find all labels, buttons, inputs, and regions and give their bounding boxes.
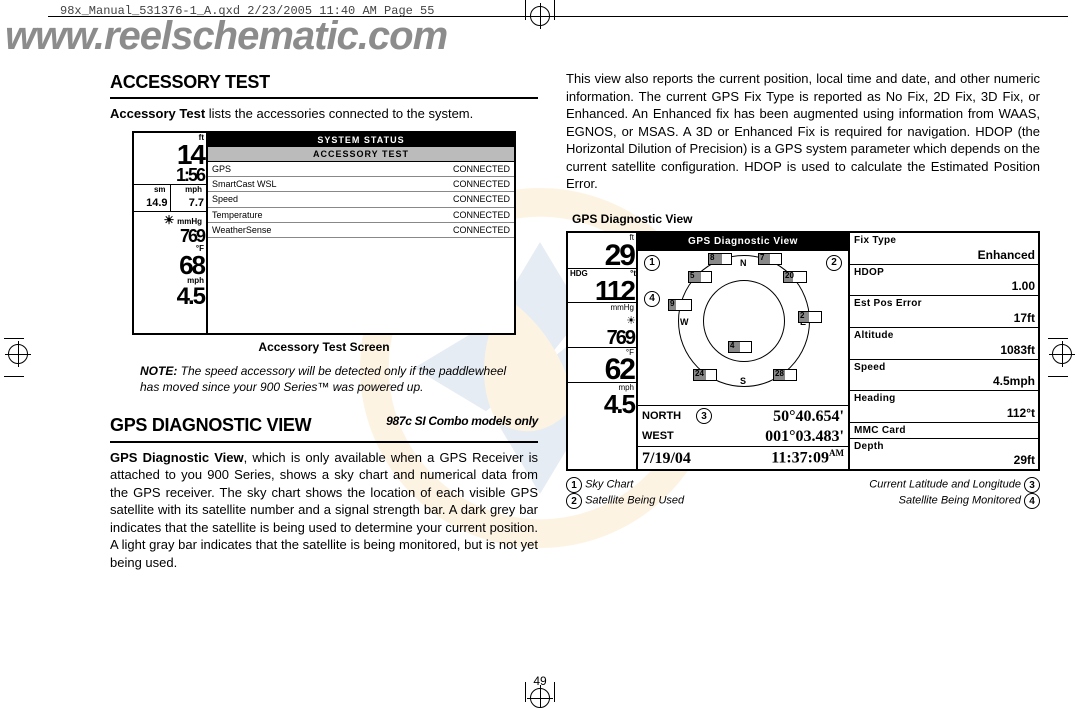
accessory-test-lead: Accessory Test Accessory Test lists the … [110, 105, 538, 123]
right-paragraph: This view also reports the current posit… [566, 70, 1040, 193]
registration-mark-icon [530, 6, 550, 26]
figure-legend: 1 Sky Chart 2 Satellite Being Used Curre… [566, 477, 1040, 509]
gps-diagnostic-screenshot: ft 29 HDG°t 112 mmHg ☀ 769 °F 62 mph 4.5… [566, 231, 1040, 471]
registration-mark-icon [1052, 344, 1072, 364]
heading-accessory-test: ACCESSORY TEST [110, 70, 538, 94]
accessory-test-screenshot: ft 14 1:56 sm14.9 mph7.7 ☀ mmHg 769 °F 6… [132, 131, 516, 335]
gps-figure-caption: GPS Diagnostic View [572, 211, 1040, 227]
gps-paragraph: GPS Diagnostic View, which is only avail… [110, 449, 538, 572]
watermark-url: www.reelschematic.com [5, 14, 447, 59]
callout-4: 4 [644, 291, 660, 307]
registration-mark-icon [530, 688, 550, 708]
registration-mark-icon [8, 344, 28, 364]
callout-3: 3 [696, 408, 712, 424]
heading-gps-diagnostic: GPS DIAGNOSTIC VIEW987c SI Combo models … [110, 413, 538, 437]
callout-1: 1 [644, 255, 660, 271]
page-number: 49 [533, 674, 546, 688]
accessory-note: NOTE: The speed accessory will be detect… [140, 363, 508, 395]
callout-2: 2 [826, 255, 842, 271]
accessory-caption: Accessory Test Screen [110, 339, 538, 355]
